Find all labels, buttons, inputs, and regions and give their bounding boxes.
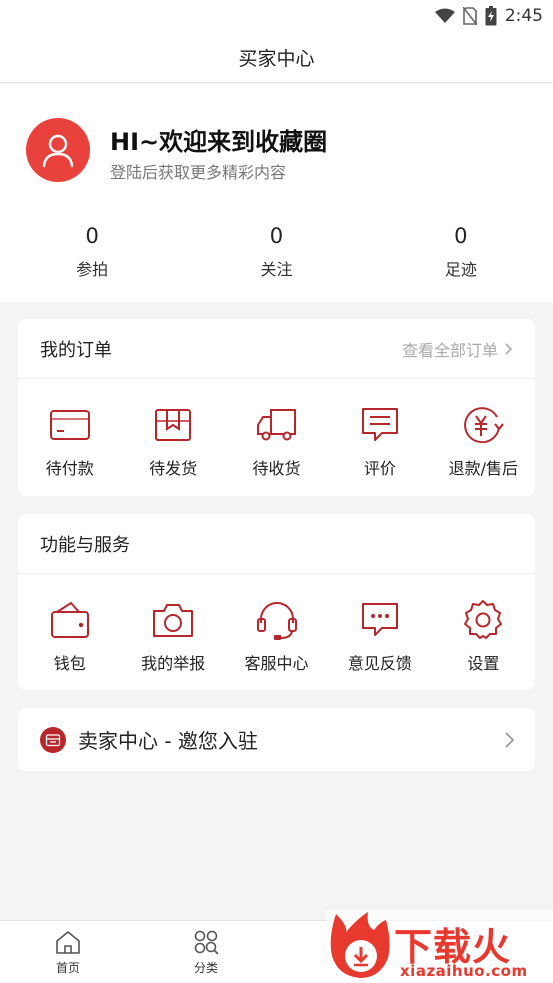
stat-value: 0	[269, 224, 284, 248]
tab-label: 首页	[55, 961, 80, 975]
stat-label: 足迹	[444, 260, 477, 279]
greeting-text[interactable]: HI~欢迎来到收藏圈	[110, 122, 327, 157]
home-icon	[56, 931, 80, 954]
status-time: 2:45	[504, 6, 543, 26]
seller-center-entry[interactable]: 卖家中心 - 邀您入驻	[18, 708, 535, 771]
wifi-icon	[434, 8, 455, 23]
no-sim-icon	[462, 7, 477, 25]
chevron-right-icon	[505, 731, 515, 748]
view-all-label: 查看全部订单	[401, 340, 498, 360]
category-icon	[194, 930, 219, 955]
order-review[interactable]: 评价	[328, 379, 431, 495]
tab-label: 分类	[193, 961, 218, 975]
orders-header: 我的订单 查看全部订单	[18, 319, 535, 379]
services-header: 功能与服务	[18, 514, 535, 574]
stat-label: 关注	[260, 260, 293, 279]
refund-icon	[461, 403, 505, 447]
orders-card: 我的订单 查看全部订单 待付款 待发货 待收货 评价 退款/售后	[18, 319, 535, 496]
stat-history[interactable]: 0 足迹	[369, 224, 553, 280]
order-label: 退款/售后	[448, 459, 519, 478]
order-label: 评价	[363, 459, 396, 478]
order-label: 待付款	[45, 459, 94, 478]
tab-category[interactable]: 分类	[166, 929, 246, 976]
service-label: 意见反馈	[347, 654, 412, 673]
page-title: 买家中心	[238, 47, 315, 70]
title-bar: 买家中心	[0, 32, 553, 83]
services-grid: 钱包 我的举报 客服中心 意见反馈 设置	[18, 574, 535, 690]
seller-center-label: 卖家中心 - 邀您入驻	[78, 729, 258, 753]
flame-logo-icon	[330, 912, 390, 978]
service-report[interactable]: 我的举报	[121, 574, 224, 690]
stat-bids[interactable]: 0 参拍	[0, 224, 184, 280]
stat-follows[interactable]: 0 关注	[184, 224, 368, 280]
tab-home[interactable]: 首页	[28, 929, 108, 976]
watermark-url: xiazaihuo.com	[400, 962, 528, 980]
comment-icon	[358, 403, 402, 447]
headset-icon	[255, 598, 299, 642]
user-icon	[42, 134, 74, 168]
wallet-icon	[48, 598, 92, 642]
profile-section: HI~欢迎来到收藏圈 登陆后获取更多精彩内容 0 参拍 0 关注 0 足迹	[0, 84, 553, 302]
gear-icon	[461, 598, 505, 642]
order-label: 待发货	[149, 459, 198, 478]
stat-label: 参拍	[76, 260, 109, 279]
status-icons: 2:45	[434, 5, 543, 27]
orders-grid: 待付款 待发货 待收货 评价 退款/售后	[18, 379, 535, 495]
service-label: 我的举报	[141, 654, 206, 673]
services-title: 功能与服务	[40, 534, 130, 556]
services-card: 功能与服务 钱包 我的举报 客服中心 意见反馈 设置	[18, 514, 535, 690]
order-refund[interactable]: 退款/售后	[432, 379, 535, 495]
feedback-icon	[358, 598, 402, 642]
order-pending-payment[interactable]: 待付款	[18, 379, 121, 495]
stat-value: 0	[85, 224, 99, 248]
service-feedback[interactable]: 意见反馈	[328, 574, 431, 690]
battery-icon	[485, 6, 497, 26]
service-customer-center[interactable]: 客服中心	[225, 574, 328, 690]
order-pending-shipment[interactable]: 待发货	[121, 379, 224, 495]
service-wallet[interactable]: 钱包	[18, 574, 121, 690]
stat-value: 0	[454, 224, 468, 248]
card-icon	[48, 403, 92, 447]
watermark: 下载火 xiazaihuo.com	[326, 910, 553, 983]
store-icon	[40, 726, 66, 753]
box-icon	[151, 403, 195, 447]
status-bar: 2:45	[0, 0, 553, 32]
login-hint: 登陆后获取更多精彩内容	[110, 163, 287, 182]
avatar[interactable]	[26, 118, 90, 182]
order-pending-receipt[interactable]: 待收货	[225, 379, 328, 495]
view-all-orders-link[interactable]: 查看全部订单	[402, 337, 513, 361]
chevron-right-icon	[505, 342, 513, 355]
orders-title: 我的订单	[40, 339, 112, 361]
service-label: 设置	[467, 654, 500, 673]
truck-icon	[255, 403, 299, 447]
service-label: 客服中心	[244, 654, 309, 673]
service-label: 钱包	[53, 654, 86, 673]
order-label: 待收货	[252, 459, 301, 478]
service-settings[interactable]: 设置	[432, 574, 535, 690]
camera-icon	[151, 598, 195, 642]
stats-row: 0 参拍 0 关注 0 足迹	[0, 224, 553, 280]
